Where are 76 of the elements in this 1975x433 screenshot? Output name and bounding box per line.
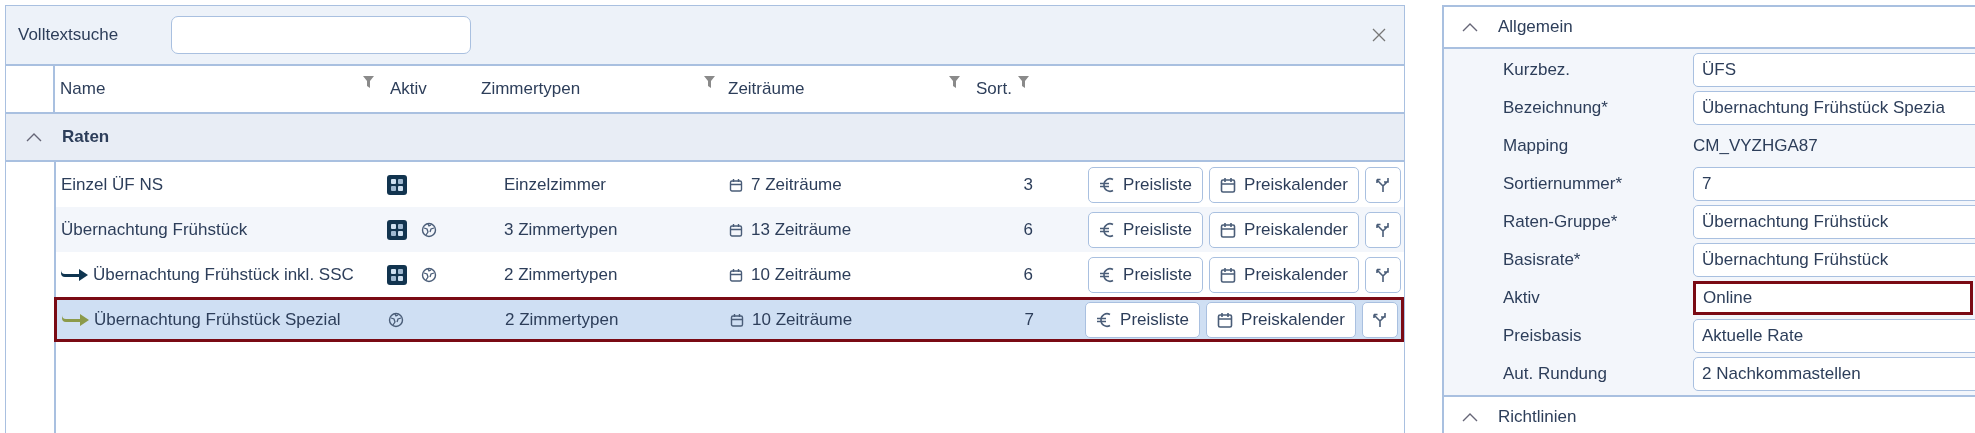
table-cell: Übernachtung Frühstück inkl. SSC (93, 264, 354, 285)
field-label: Aut. Rundung (1502, 364, 1608, 384)
input-field[interactable]: Übernachtung Frühstück (1693, 205, 1975, 239)
table-cell: 7 (1024, 309, 1034, 330)
table-cell: 10 Zeiträume (752, 309, 853, 330)
fork-arrow-icon (1372, 311, 1388, 328)
input-field[interactable]: Aktuelle Rate (1693, 319, 1975, 353)
calendar-icon (1220, 266, 1237, 283)
search-label: Volltextsuche (18, 25, 120, 45)
fork-arrow-icon (1375, 221, 1391, 238)
price-calendar-button[interactable]: Preiskalender (1209, 166, 1359, 203)
price-list-button[interactable]: Preisliste (1088, 256, 1204, 293)
arrow-icon (62, 311, 90, 328)
table-cell: 6 (1023, 219, 1033, 240)
price-calendar-button[interactable]: Preiskalender (1206, 301, 1356, 338)
field-label: Bezeichnung* (1502, 98, 1609, 118)
price-calendar-button[interactable]: Preiskalender (1209, 256, 1359, 293)
split-button[interactable] (1365, 256, 1401, 293)
column-header[interactable]: Name (55, 66, 378, 112)
euro-icon (1099, 220, 1116, 239)
column-header[interactable]: Aktiv (378, 66, 473, 112)
input-field[interactable]: Online (1693, 281, 1973, 315)
table-cell: Einzelzimmer (504, 174, 607, 195)
split-button[interactable] (1365, 166, 1401, 203)
calendar-icon (730, 312, 744, 327)
table-cell: Übernachtung Frühstück (61, 219, 248, 240)
table-cell: 13 Zeiträume (751, 219, 852, 240)
group-label: Raten (62, 127, 110, 147)
table-cell: 7 Zeiträume (751, 174, 842, 195)
table-cell: Einzel ÜF NS (61, 174, 164, 195)
table-cell: 2 Zimmertypen (505, 309, 619, 330)
table-cell: 3 (1023, 174, 1033, 195)
close-icon (1372, 28, 1386, 42)
euro-icon (1099, 265, 1116, 284)
calendar-icon (1220, 176, 1237, 193)
calendar-icon (729, 267, 743, 282)
table-row[interactable]: Übernachtung Frühstück 3 Zimmertypen 13 Zeiträume 6 Preisliste Preiskalender (56, 207, 1404, 252)
field-label: Sortiernummer* (1502, 174, 1624, 194)
fork-arrow-icon (1375, 176, 1391, 193)
column-header[interactable]: Sort. (964, 66, 1054, 112)
fork-arrow-icon (1375, 266, 1391, 283)
input-field[interactable]: 7 (1693, 167, 1975, 201)
table-cell: 6 (1023, 264, 1033, 285)
column-header[interactable]: Zimmertypen (473, 66, 719, 112)
input-field[interactable]: Übernachtung Frühstück Spezia (1693, 91, 1975, 125)
group-row[interactable]: Raten (6, 114, 1404, 162)
calendar-icon (1220, 221, 1237, 238)
table-row[interactable]: Übernachtung Frühstück Spezial 2 Zimmertypen 10 Zeiträume 7 Preisliste Preiskalender (54, 297, 1404, 342)
euro-icon (1099, 175, 1116, 194)
calendar-icon (1217, 311, 1234, 328)
field-label: Basisrate* (1502, 250, 1582, 270)
calendar-icon (729, 177, 743, 192)
price-list-button[interactable]: Preisliste (1088, 211, 1204, 248)
field-label: Preisbasis (1502, 326, 1583, 346)
split-button[interactable] (1365, 211, 1401, 248)
price-list-button[interactable]: Preisliste (1085, 301, 1201, 338)
table-cell: Übernachtung Frühstück Spezial (94, 309, 341, 330)
field-label: Aktiv (1502, 288, 1541, 308)
input-field[interactable]: 2 Nachkommastellen (1693, 357, 1975, 391)
input-field[interactable]: Übernachtung Frühstück (1693, 243, 1975, 277)
split-button[interactable] (1362, 301, 1398, 338)
price-list-button[interactable]: Preisliste (1088, 166, 1204, 203)
arrow-icon (61, 266, 89, 283)
calendar-icon (729, 222, 743, 237)
table-cell: 10 Zeiträume (751, 264, 852, 285)
table-cell: 2 Zimmertypen (504, 264, 618, 285)
column-header[interactable]: Zeiträume (719, 66, 964, 112)
field-label: Raten-Gruppe* (1502, 212, 1619, 232)
field-label: Kurzbez. (1502, 60, 1572, 80)
field-value: CM_VYZHGA87 (1693, 136, 1818, 156)
table-cell: 3 Zimmertypen (504, 219, 618, 240)
search-field[interactable] (171, 16, 471, 54)
euro-icon (1096, 310, 1113, 329)
field-label: Mapping (1502, 136, 1570, 156)
input-field[interactable]: ÜFS (1693, 53, 1975, 87)
price-calendar-button[interactable]: Preiskalender (1209, 211, 1359, 248)
